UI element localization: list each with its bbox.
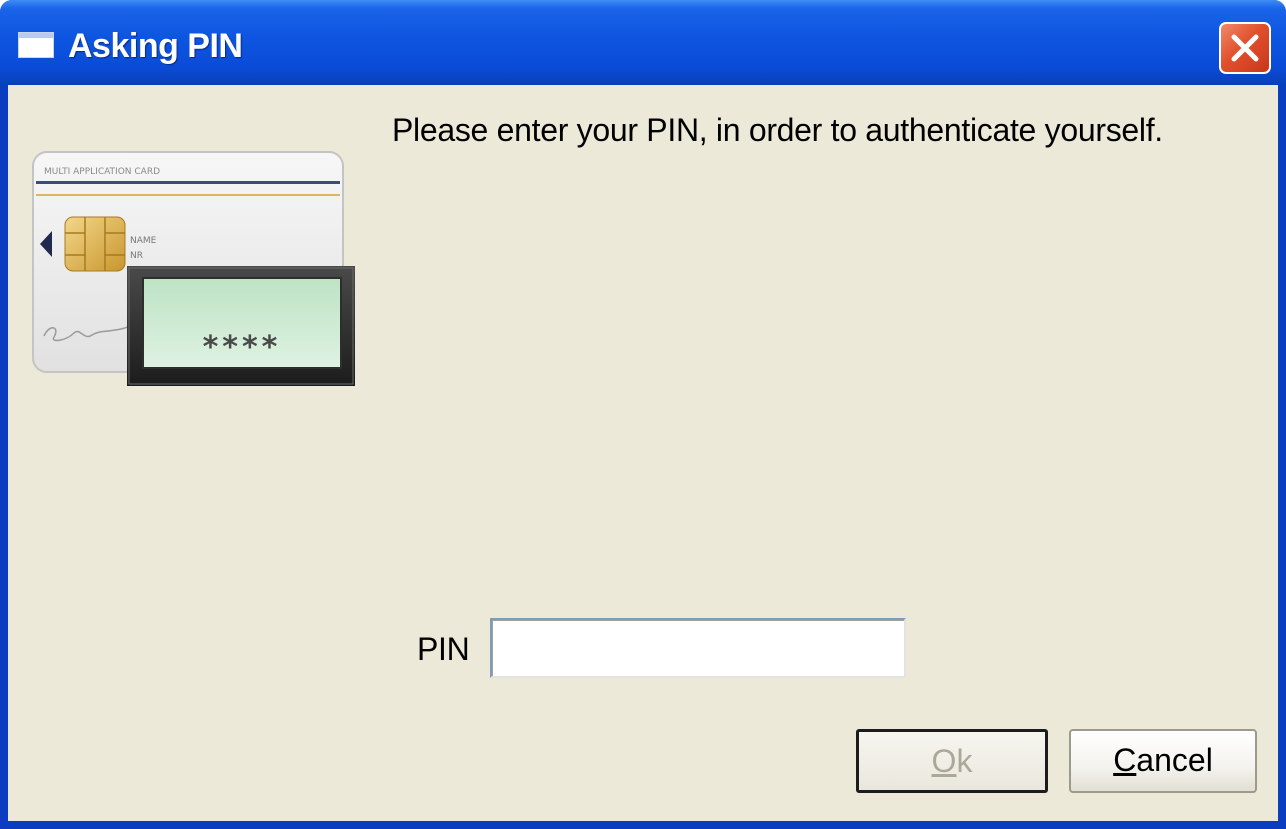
title-bar[interactable]: Asking PIN: [0, 0, 1286, 85]
prompt-message: Please enter your PIN, in order to authe…: [392, 112, 1163, 148]
smart-card-pin-illustration: MULTI APPLICATION CARD NAME NR ****: [32, 151, 355, 386]
pin-mask-text: ****: [203, 330, 282, 365]
ok-button[interactable]: Ok: [856, 729, 1048, 793]
card-nr-label: NR: [130, 251, 143, 261]
pin-label: PIN: [417, 631, 470, 667]
ok-label-rest: k: [956, 743, 973, 779]
cancel-label-rest: ancel: [1136, 742, 1213, 778]
window-title: Asking PIN: [68, 27, 243, 65]
window-icon: [18, 32, 54, 58]
dialog-body: MULTI APPLICATION CARD NAME NR **** Plea…: [8, 85, 1278, 821]
close-button[interactable]: [1219, 22, 1271, 74]
card-name-label: NAME: [130, 236, 157, 246]
ok-mnemonic: O: [931, 743, 957, 779]
card-header-text: MULTI APPLICATION CARD: [44, 167, 160, 177]
pin-input[interactable]: [490, 618, 906, 678]
close-icon: [1231, 34, 1259, 62]
cancel-button[interactable]: Cancel: [1069, 729, 1257, 793]
cancel-mnemonic: C: [1113, 742, 1137, 778]
dialog-window: Asking PIN MULTI APPLICATION CARD NAME N…: [0, 0, 1286, 829]
